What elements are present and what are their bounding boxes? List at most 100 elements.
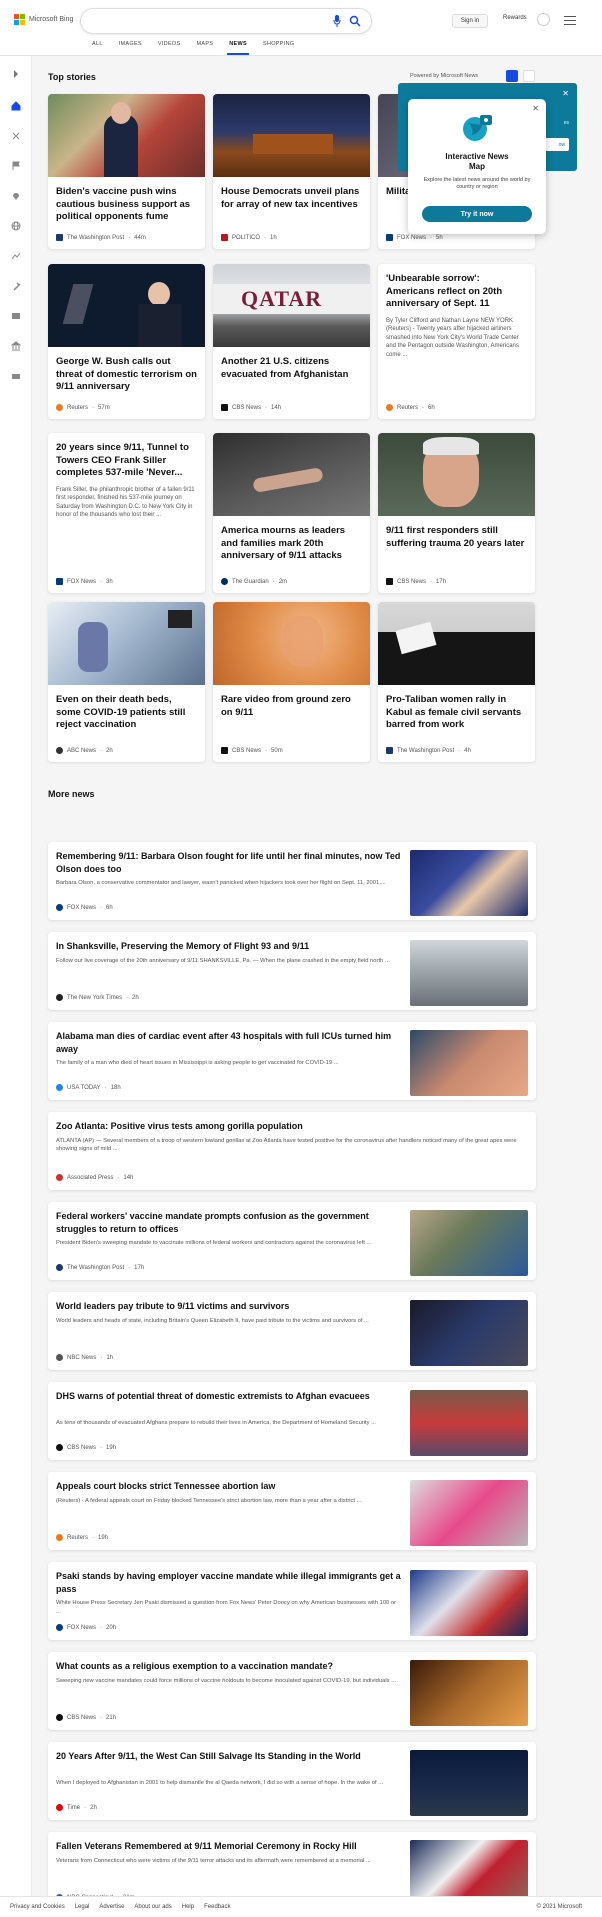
more-news-item[interactable]: In Shanksville, Preserving the Memory of… <box>48 932 536 1010</box>
footer-link-help[interactable]: Help <box>182 1904 194 1910</box>
footer-link-legal[interactable]: Legal <box>75 1904 90 1910</box>
news-image <box>213 94 370 177</box>
footer-link-privacy[interactable]: Privacy and Cookies <box>10 1904 65 1910</box>
item-thumbnail[interactable] <box>410 1300 528 1366</box>
news-card[interactable]: 'Unbearable sorrow': Americans reflect o… <box>378 264 535 419</box>
popup-title: Interactive News Map <box>445 152 509 171</box>
news-card[interactable]: QATAR Another 21 U.S. citizens evacuated… <box>213 264 370 419</box>
search-icon[interactable] <box>349 15 361 27</box>
item-thumbnail[interactable] <box>410 1210 528 1276</box>
home-icon[interactable] <box>10 100 22 112</box>
card-title[interactable]: Another 21 U.S. citizens evacuated from … <box>213 347 370 381</box>
item-title[interactable]: Remembering 9/11: Barbara Olson fought f… <box>56 850 402 875</box>
more-news-item[interactable]: Appeals court blocks strict Tennessee ab… <box>48 1472 536 1550</box>
card-title[interactable]: 20 years since 9/11, Tunnel to Towers CE… <box>48 433 205 480</box>
menu-icon[interactable] <box>564 16 576 25</box>
item-title[interactable]: Fallen Veterans Remembered at 9/11 Memor… <box>56 1840 402 1853</box>
close-icon[interactable]: ✕ <box>562 89 569 98</box>
nav-videos[interactable]: VIDEOS <box>150 40 189 56</box>
card-title[interactable]: Even on their death beds, some COVID-19 … <box>48 685 205 732</box>
item-source: USA TODAY · 18h <box>56 1084 121 1091</box>
location-icon[interactable] <box>10 190 22 202</box>
item-thumbnail[interactable] <box>410 1570 528 1636</box>
card-title[interactable]: America mourns as leaders and families m… <box>213 516 370 563</box>
news-card[interactable]: George W. Bush calls out threat of domes… <box>48 264 205 419</box>
item-title[interactable]: World leaders pay tribute to 9/11 victim… <box>56 1300 402 1313</box>
item-title[interactable]: 20 Years After 9/11, the West Can Still … <box>56 1750 402 1763</box>
politics-icon[interactable] <box>10 340 22 352</box>
more-news-item[interactable]: Psaki stands by having employer vaccine … <box>48 1562 536 1640</box>
item-title[interactable]: Alabama man dies of cardiac event after … <box>56 1030 402 1055</box>
item-thumbnail[interactable] <box>410 1750 528 1816</box>
nav-maps[interactable]: MAPS <box>188 40 221 56</box>
item-thumbnail[interactable] <box>410 1030 528 1096</box>
try-it-now-button[interactable]: Try it now <box>422 206 532 222</box>
footer-link-feedback[interactable]: Feedback <box>204 1904 230 1910</box>
item-title[interactable]: In Shanksville, Preserving the Memory of… <box>56 940 402 953</box>
item-title[interactable]: What counts as a religious exemption to … <box>56 1660 402 1673</box>
item-thumbnail[interactable] <box>410 1480 528 1546</box>
card-title[interactable]: House Democrats unveil plans for array o… <box>213 177 370 211</box>
more-news-item[interactable]: Remembering 9/11: Barbara Olson fought f… <box>48 842 536 920</box>
grid-view-icon[interactable] <box>506 70 518 82</box>
flag-icon[interactable] <box>10 160 22 172</box>
card-snippet: Frank Siller, the philanthropic brother … <box>56 486 195 519</box>
item-thumbnail[interactable] <box>410 850 528 916</box>
search-box[interactable] <box>80 8 372 34</box>
card-title[interactable]: George W. Bush calls out threat of domes… <box>48 347 205 394</box>
more-news-item[interactable]: Zoo Atlanta: Positive virus tests among … <box>48 1112 536 1190</box>
more-news-item[interactable]: Federal workers' vaccine mandate prompts… <box>48 1202 536 1280</box>
news-card[interactable]: Even on their death beds, some COVID-19 … <box>48 602 205 762</box>
money-icon[interactable] <box>10 370 22 382</box>
item-title[interactable]: Appeals court blocks strict Tennessee ab… <box>56 1480 402 1493</box>
item-title[interactable]: Psaki stands by having employer vaccine … <box>56 1570 402 1595</box>
source-logo-icon <box>386 747 393 754</box>
more-news-item[interactable]: 20 Years After 9/11, the West Can Still … <box>48 1742 536 1820</box>
more-news-item[interactable]: Alabama man dies of cardiac event after … <box>48 1022 536 1100</box>
item-thumbnail[interactable] <box>410 1660 528 1726</box>
top-stories-heading: Top stories <box>48 72 96 82</box>
item-thumbnail[interactable] <box>410 940 528 1006</box>
news-card[interactable]: Pro-Taliban women rally in Kabul as fema… <box>378 602 535 762</box>
item-snippet: As tens of thousands of evacuated Afghan… <box>56 1420 376 1426</box>
map-view-icon[interactable] <box>523 70 535 82</box>
globe-icon[interactable] <box>10 220 22 232</box>
microphone-icon[interactable] <box>333 15 341 27</box>
bing-logo[interactable]: Microsoft Bing <box>14 14 73 25</box>
expand-icon[interactable] <box>10 68 22 80</box>
item-title[interactable]: Federal workers' vaccine mandate prompts… <box>56 1210 402 1235</box>
news-card[interactable]: House Democrats unveil plans for array o… <box>213 94 370 249</box>
news-card[interactable]: Rare video from ground zero on 9/11 CBS … <box>213 602 370 762</box>
nav-images[interactable]: IMAGES <box>111 40 150 56</box>
card-title[interactable]: Pro-Taliban women rally in Kabul as fema… <box>378 685 535 732</box>
item-thumbnail[interactable] <box>410 1390 528 1456</box>
sign-in-button[interactable]: Sign in <box>452 14 488 28</box>
news-card[interactable]: 9/11 first responders still suffering tr… <box>378 433 535 593</box>
card-title[interactable]: Rare video from ground zero on 9/11 <box>213 685 370 719</box>
rewards-label[interactable]: Rewards <box>503 15 527 21</box>
more-news-item[interactable]: World leaders pay tribute to 9/11 victim… <box>48 1292 536 1370</box>
close-icon[interactable]: ✕ <box>532 104 539 113</box>
item-source: Associated Press · 14h <box>56 1174 133 1181</box>
item-title[interactable]: Zoo Atlanta: Positive virus tests among … <box>56 1120 528 1133</box>
search-input[interactable] <box>93 15 313 24</box>
tools-icon[interactable] <box>10 130 22 142</box>
business-icon[interactable] <box>10 250 22 262</box>
footer-link-about-ads[interactable]: About our ads <box>134 1904 171 1910</box>
nav-all[interactable]: ALL <box>84 40 111 56</box>
card-title[interactable]: 'Unbearable sorrow': Americans reflect o… <box>378 264 535 311</box>
footer-link-advertise[interactable]: Advertise <box>99 1904 124 1910</box>
nav-news[interactable]: NEWS <box>221 40 255 56</box>
tv-icon[interactable] <box>10 310 22 322</box>
more-news-item[interactable]: DHS warns of potential threat of domesti… <box>48 1382 536 1460</box>
card-title[interactable]: 9/11 first responders still suffering tr… <box>378 516 535 550</box>
news-card[interactable]: Biden's vaccine push wins cautious busin… <box>48 94 205 249</box>
card-title[interactable]: Biden's vaccine push wins cautious busin… <box>48 177 205 224</box>
science-icon[interactable] <box>10 280 22 292</box>
news-card[interactable]: 20 years since 9/11, Tunnel to Towers CE… <box>48 433 205 593</box>
more-news-item[interactable]: What counts as a religious exemption to … <box>48 1652 536 1730</box>
item-title[interactable]: DHS warns of potential threat of domesti… <box>56 1390 402 1403</box>
nav-shopping[interactable]: SHOPPING <box>255 40 302 56</box>
news-card[interactable]: America mourns as leaders and families m… <box>213 433 370 593</box>
rewards-trophy-icon[interactable] <box>537 13 550 26</box>
